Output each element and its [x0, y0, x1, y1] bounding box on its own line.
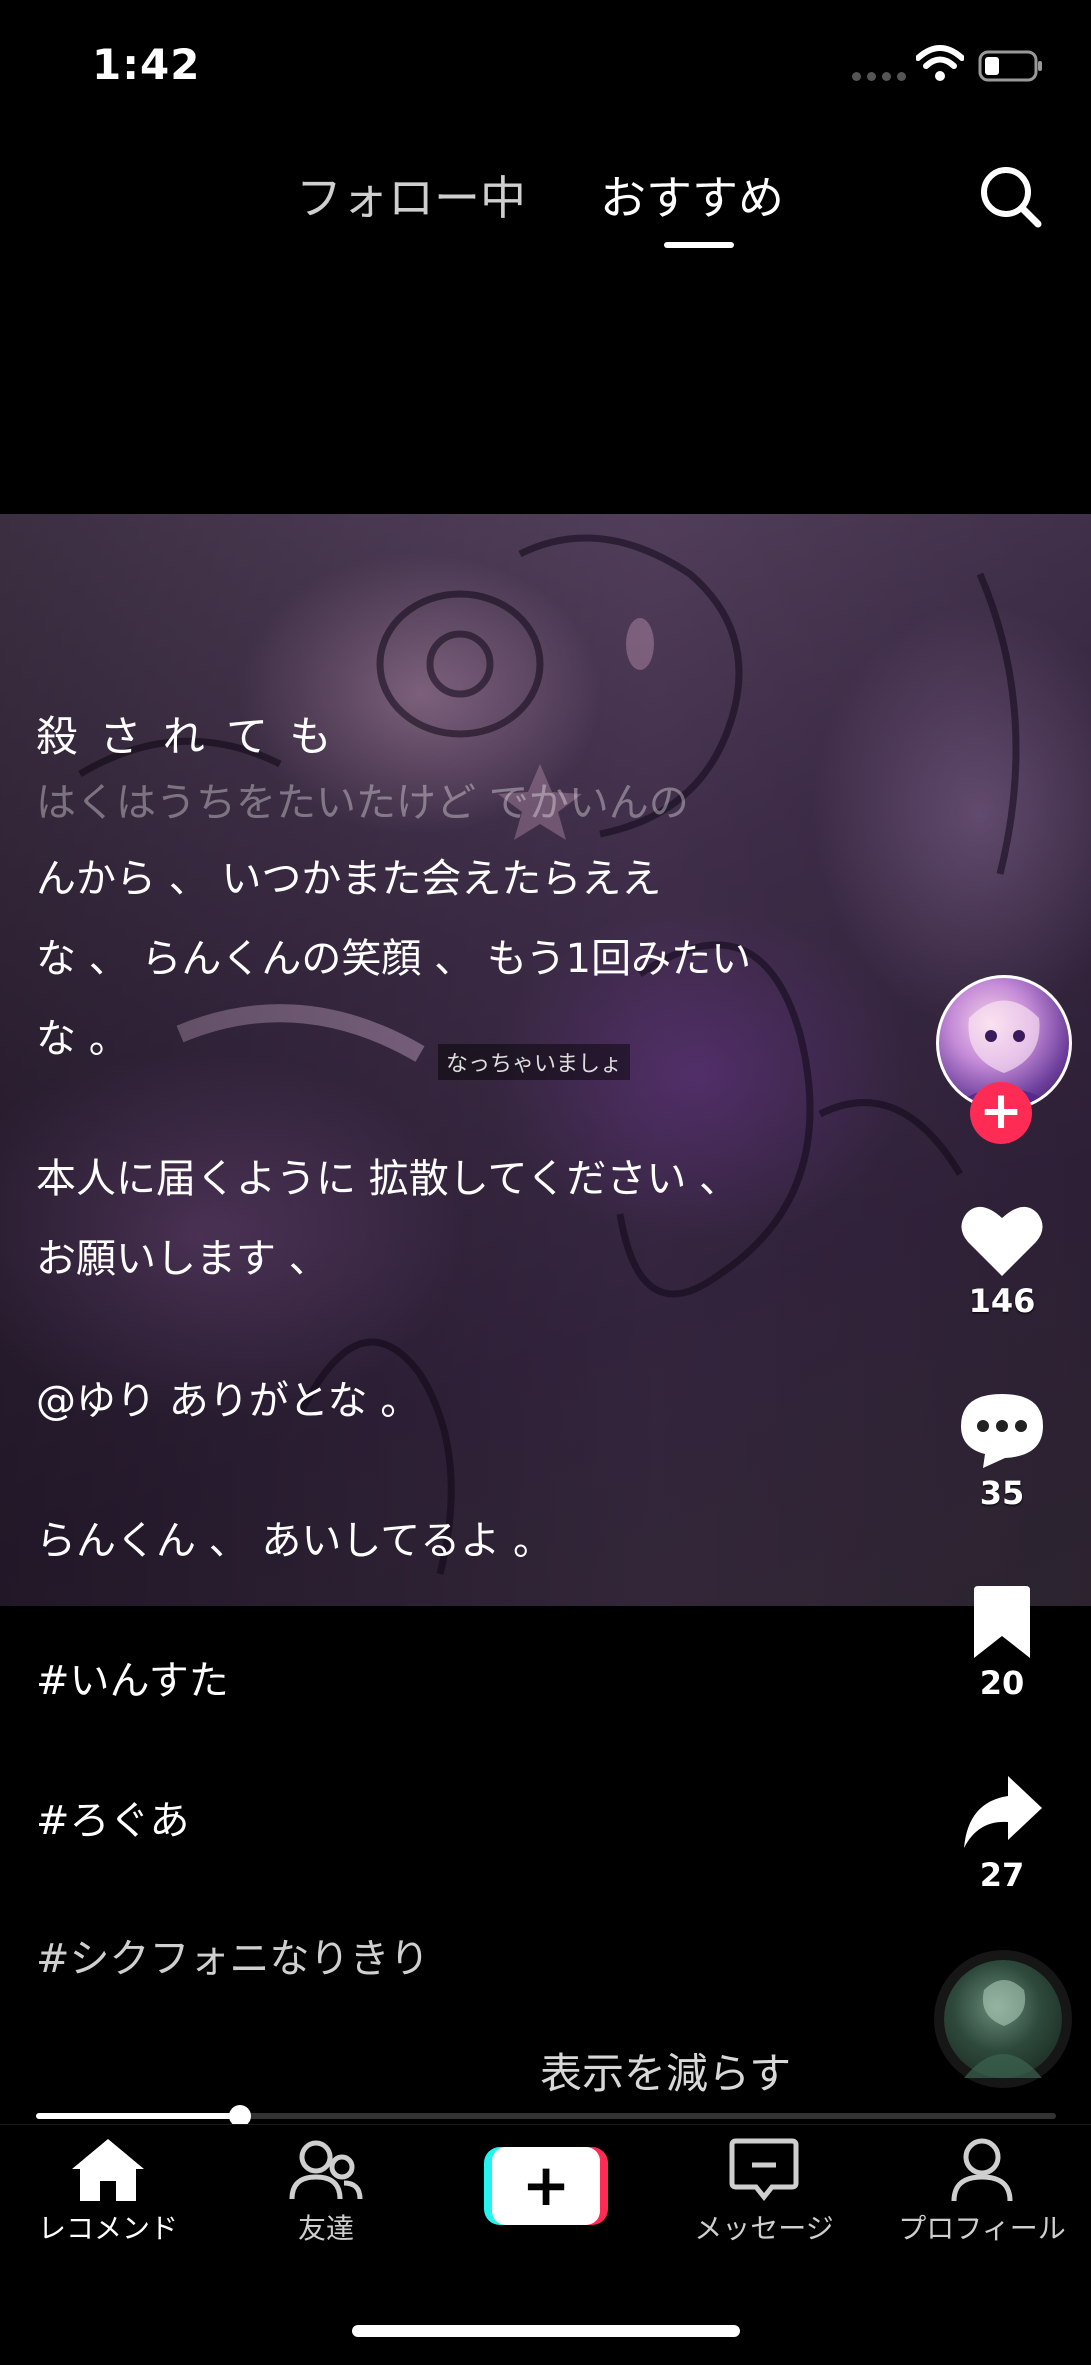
comment-count: 35	[979, 1474, 1025, 1512]
tab-friends[interactable]: 友達	[226, 2137, 426, 2247]
tab-profile[interactable]: プロフィール	[882, 2137, 1082, 2247]
status-time: 1:42	[92, 40, 201, 89]
bottom-tab-bar: レコメンド 友達 + メッセージ プロフィール	[0, 2124, 1091, 2365]
heart-icon	[961, 1206, 1043, 1276]
like-count: 146	[968, 1282, 1036, 1320]
tab-for-you[interactable]: おすすめ	[600, 162, 784, 228]
description-line: お願いします 、	[36, 1236, 329, 1282]
mention-line[interactable]: @ゆり ありがとな 。	[36, 1378, 420, 1424]
description-line: な 、 らんくんの笑顔 、 もう1回みたい	[36, 936, 752, 982]
tab-messages[interactable]: メッセージ	[664, 2137, 864, 2247]
music-disc[interactable]	[944, 1960, 1062, 2078]
description-line: らんくん 、 あいしてるよ 。	[36, 1518, 553, 1564]
music-cover-image	[964, 1980, 1042, 2078]
tab-friends-label: 友達	[297, 2212, 354, 2245]
status-bar: 1:42	[0, 0, 1091, 130]
description-line: 本人に届くように 拡散してください 、	[36, 1156, 740, 1202]
playback-progress-bar[interactable]	[36, 2105, 1056, 2127]
tab-following[interactable]: フォロー中	[296, 162, 526, 228]
home-icon	[72, 2139, 144, 2201]
friends-icon	[289, 2140, 363, 2200]
share-button[interactable]: 27	[936, 1772, 1068, 1894]
hashtag-link[interactable]: #いんすた	[36, 1658, 229, 1704]
search-icon[interactable]	[976, 162, 1044, 230]
description-line: な 。	[36, 1016, 129, 1062]
active-tab-indicator	[664, 242, 734, 248]
share-count: 27	[979, 1856, 1025, 1894]
follow-button[interactable]: +	[970, 1082, 1032, 1144]
profile-icon	[951, 2138, 1013, 2202]
tab-messages-label: メッセージ	[694, 2212, 834, 2245]
top-nav: フォロー中 おすすめ	[0, 150, 1091, 260]
wifi-icon	[916, 45, 964, 81]
progress-fill	[36, 2113, 240, 2119]
save-count: 20	[979, 1664, 1025, 1702]
video-text-overlay: なっちゃいましょ	[438, 1044, 631, 1080]
hashtag-link[interactable]: #ろぐあ	[36, 1798, 190, 1844]
message-icon	[729, 2138, 799, 2202]
hashtag-link[interactable]: #シクフォニなりきり	[36, 1936, 430, 1982]
tab-home-label: レコメンド	[37, 2212, 178, 2245]
video-player[interactable]: なっちゃいましょ	[0, 514, 1091, 1606]
plus-icon: +	[492, 2147, 600, 2225]
description-line: んから 、 いつかまた会えたらええ	[36, 856, 662, 902]
battery-icon	[978, 50, 1042, 82]
comment-button[interactable]: 35	[936, 1390, 1068, 1512]
tab-home[interactable]: レコメンド	[8, 2137, 208, 2247]
description-line: はくはうちをたいたけど でかいんの	[36, 780, 689, 826]
cellular-signal-icon	[852, 72, 906, 81]
bookmark-icon	[974, 1586, 1030, 1658]
description-line: 殺 さ れ て も	[36, 712, 336, 761]
comment-icon	[961, 1394, 1043, 1468]
show-less-button[interactable]: 表示を減らす	[540, 2040, 791, 2101]
home-indicator[interactable]	[352, 2325, 740, 2337]
save-button[interactable]: 20	[936, 1586, 1068, 1702]
tab-profile-label: プロフィール	[898, 2212, 1066, 2245]
like-button[interactable]: 146	[936, 1202, 1068, 1320]
share-arrow-icon	[964, 1776, 1042, 1848]
create-button[interactable]: +	[484, 2147, 608, 2225]
